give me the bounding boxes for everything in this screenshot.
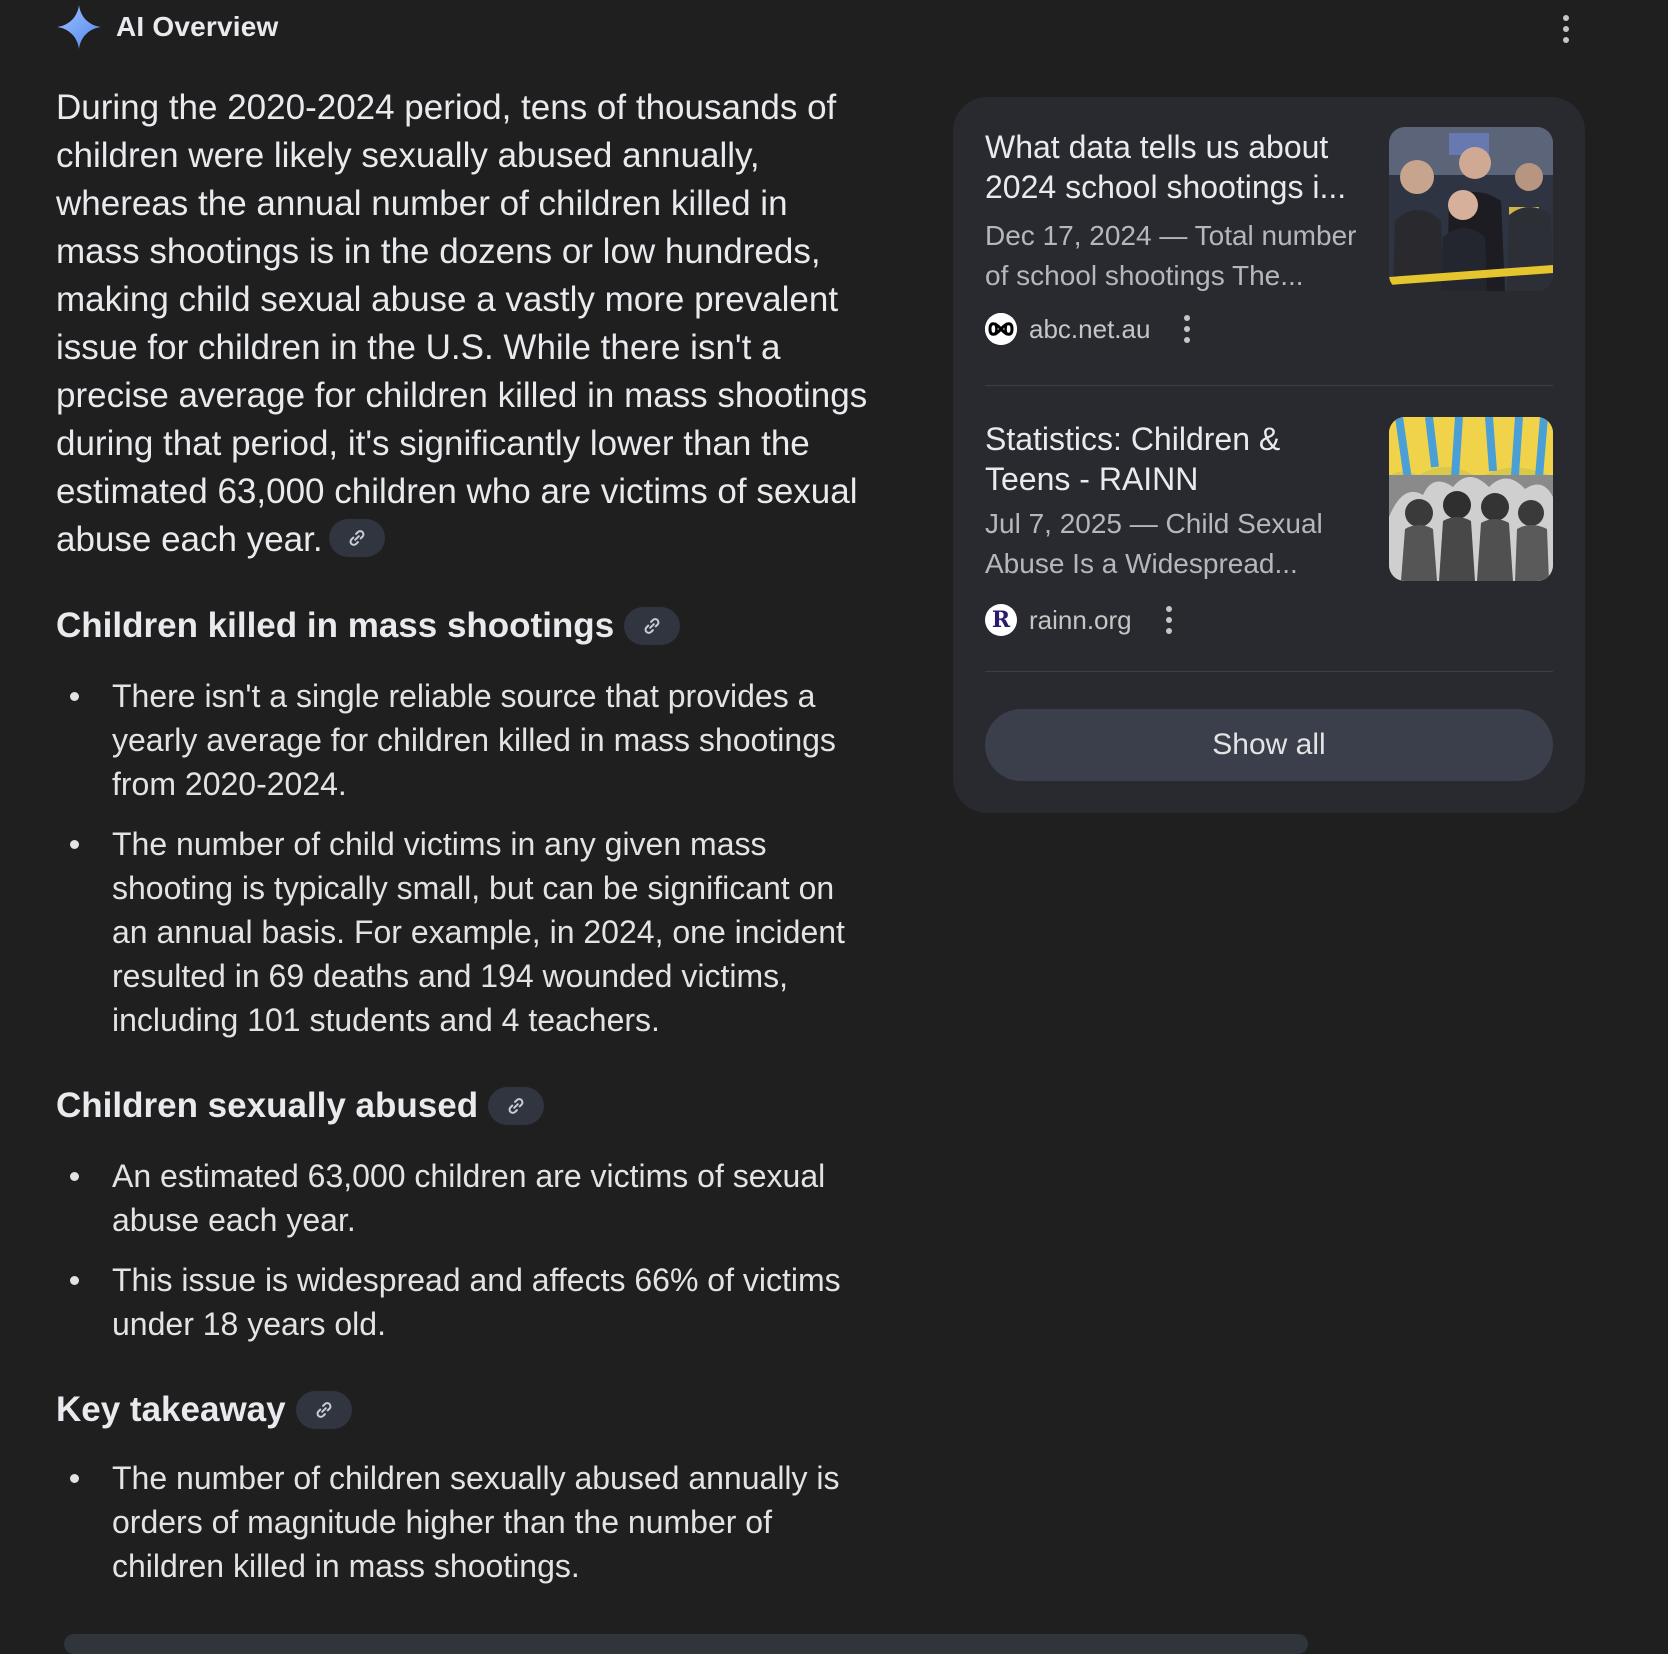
bullet-list: An estimated 63,000 children are victims… [56, 1154, 876, 1346]
source-site-name: abc.net.au [1029, 313, 1151, 344]
link-icon [508, 1098, 524, 1114]
section-title-text: Children sexually abused [56, 1086, 479, 1125]
list-item: The number of children sexually abused a… [56, 1456, 876, 1588]
bullet-list: There isn't a single reliable source tha… [56, 674, 876, 1042]
source-site: R rainn.org [985, 603, 1184, 637]
citation-link-button[interactable] [328, 518, 385, 557]
divider [985, 671, 1553, 672]
section-title-mass-shootings: Children killed in mass shootings [56, 602, 876, 650]
citation-link-button[interactable] [295, 1391, 352, 1429]
source-site-name: rainn.org [1029, 604, 1132, 635]
source-snippet: Dec 17, 2024 — Total number of school sh… [985, 220, 1357, 291]
section-title-text: Children killed in mass shootings [56, 606, 615, 645]
list-item: An estimated 63,000 children are victims… [56, 1154, 876, 1242]
abc-logo-icon [985, 313, 1017, 345]
source-site: abc.net.au [985, 312, 1202, 346]
more-options-icon[interactable] [1154, 603, 1184, 637]
section-title-text: Key takeaway [56, 1390, 286, 1429]
source-thumbnail [1389, 417, 1553, 581]
sparkle-icon [57, 5, 101, 49]
overview-lead: During the 2020-2024 period, tens of tho… [56, 84, 876, 564]
source-snippet: Jul 7, 2025 — Child Sexual Abuse Is a Wi… [985, 508, 1323, 579]
rainn-logo-icon: R [985, 604, 1017, 636]
list-item: There isn't a single reliable source tha… [56, 674, 876, 806]
source-card-rainn[interactable]: Statistics: Children & Teens - RAINN Jul… [985, 417, 1553, 649]
bullet-list: The number of children sexually abused a… [56, 1456, 876, 1588]
list-item: This issue is widespread and affects 66%… [56, 1258, 876, 1346]
citation-link-button[interactable] [624, 607, 681, 645]
divider [985, 385, 1553, 386]
lead-text: During the 2020-2024 period, tens of tho… [56, 88, 868, 559]
list-item: The number of child victims in any given… [56, 822, 876, 1042]
show-all-button[interactable]: Show all [985, 709, 1553, 781]
source-card-abc[interactable]: What data tells us about 2024 school sho… [985, 127, 1553, 347]
link-icon [644, 618, 660, 634]
citation-link-button[interactable] [488, 1087, 545, 1125]
sources-panel: What data tells us about 2024 school sho… [953, 97, 1585, 813]
more-options-icon[interactable] [1172, 312, 1202, 346]
source-thumbnail [1389, 127, 1553, 291]
link-icon [349, 529, 365, 546]
source-title[interactable]: What data tells us about 2024 school sho… [985, 127, 1365, 207]
section-title-key-takeaway: Key takeaway [56, 1386, 876, 1434]
source-title[interactable]: Statistics: Children & Teens - RAINN [985, 419, 1365, 499]
link-icon [316, 1402, 332, 1418]
more-options-icon[interactable] [1551, 7, 1581, 51]
header-title: AI Overview [116, 11, 279, 42]
bottom-toolbar [64, 1634, 1308, 1654]
section-title-sexual-abuse: Children sexually abused [56, 1082, 876, 1130]
overview-body: During the 2020-2024 period, tens of tho… [56, 84, 876, 1588]
ai-overview-header: AI Overview [56, 0, 279, 54]
